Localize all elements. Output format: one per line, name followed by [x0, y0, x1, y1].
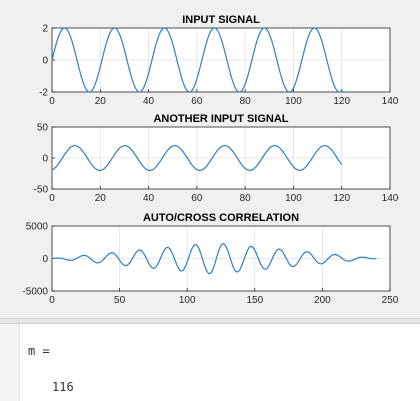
tick-label-y: 2 [42, 24, 48, 35]
tick-label-x: 150 [246, 295, 263, 306]
figure-window: 0 20 40 60 80 100 120 140 -2 0 2 INPUT SIGNAL 0 20 40 6… [0, 0, 420, 318]
tick-label-y: 0 [42, 154, 48, 165]
output-variable-name: m = [28, 344, 50, 358]
tick-label-y: -2 [39, 88, 48, 99]
figure-canvas: 0 20 40 60 80 100 120 140-202INPUT SIGNAL0 20 40 6… [22, 14, 399, 306]
tick-label-x: 100 [285, 96, 302, 107]
tick-label-x: 0 [49, 193, 55, 204]
tick-label-y: 5000 [26, 222, 49, 233]
tick-label-x: 50 [114, 295, 126, 306]
tick-label-y: -5000 [22, 287, 48, 298]
command-window[interactable]: m = 116 [0, 324, 420, 401]
tick-label-x: 80 [240, 96, 252, 107]
tick-label-x: 140 [382, 96, 399, 107]
tick-label-x: 100 [285, 193, 302, 204]
tick-label-x: 60 [191, 193, 203, 204]
tick-label-x: 200 [314, 295, 331, 306]
tick-label-x: 100 [179, 295, 196, 306]
tick-label-y: 0 [42, 56, 48, 67]
tick-label-y: -50 [34, 185, 49, 196]
tick-label-y: 50 [37, 123, 49, 134]
tick-label-x: 40 [143, 193, 155, 204]
command-window-gutter [0, 324, 20, 401]
output-variable-value: 116 [52, 380, 74, 394]
tick-label-x: 80 [240, 193, 252, 204]
tick-label-x: 120 [333, 193, 350, 204]
tick-label-x: 20 [95, 96, 107, 107]
tick-label-x: 40 [143, 96, 155, 107]
subplot-1: 0 20 40 60 80 100 120 140-202INPUT SIGNAL [39, 14, 399, 107]
tick-label-x: 0 [49, 96, 55, 107]
subplot-title: INPUT SIGNAL [182, 14, 260, 26]
tick-label-y: 0 [42, 254, 48, 265]
tick-label-x: 60 [191, 96, 203, 107]
subplot-title: ANOTHER INPUT SIGNAL [153, 113, 288, 125]
tick-label-x: 120 [333, 96, 350, 107]
tick-label-x: 140 [382, 193, 399, 204]
subplot-3: 0 50 100 150 200 250-500005000AUTO/CROSS CORR… [22, 212, 398, 306]
tick-label-x: 0 [49, 295, 55, 306]
tick-label-x: 250 [382, 295, 399, 306]
subplot-2: 0 20 40 60 80 100 120 140-50050ANOTHER INPUT SI… [34, 113, 399, 204]
tick-label-x: 20 [95, 193, 107, 204]
subplot-title: AUTO/CROSS CORRELATION [143, 212, 299, 224]
